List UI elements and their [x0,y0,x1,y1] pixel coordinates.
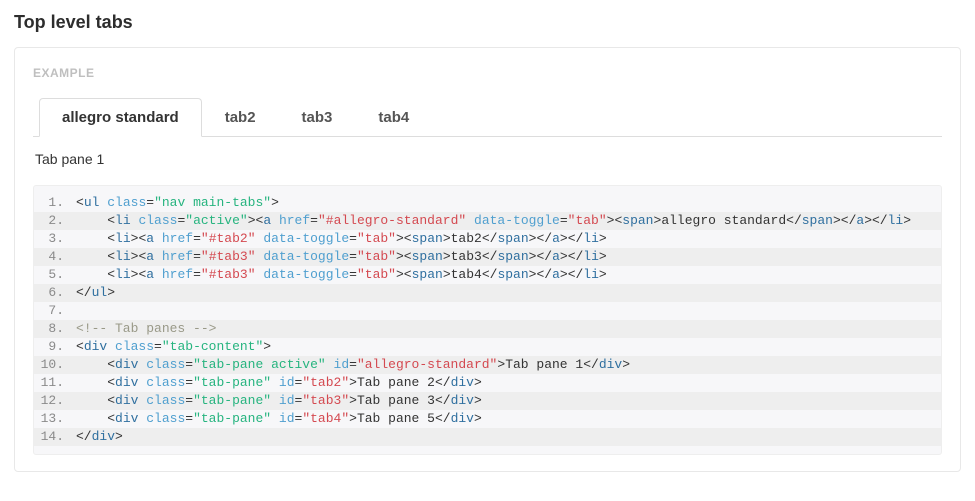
example-label: EXAMPLE [33,66,942,80]
code-line: 11. <div class="tab-pane" id="tab2">Tab … [34,374,941,392]
tab-tab4[interactable]: tab4 [355,98,432,137]
code-content: <li><a href="#tab3" data-toggle="tab"><s… [76,248,607,266]
code-content: <div class="tab-pane" id="tab3">Tab pane… [76,392,482,410]
line-number: 13. [34,410,76,428]
code-line: 5. <li><a href="#tab3" data-toggle="tab"… [34,266,941,284]
main-tabs: allegro standardtab2tab3tab4 [33,98,942,137]
code-content: <!-- Tab panes --> [76,320,216,338]
code-content: <div class="tab-pane active" id="allegro… [76,356,630,374]
code-content: <li><a href="#tab2" data-toggle="tab"><s… [76,230,607,248]
code-line: 12. <div class="tab-pane" id="tab3">Tab … [34,392,941,410]
code-line: 6.</ul> [34,284,941,302]
code-line: 7. [34,302,941,320]
code-content: </div> [76,428,123,446]
tab-tab3[interactable]: tab3 [279,98,356,137]
line-number: 1. [34,194,76,212]
code-line: 14.</div> [34,428,941,446]
code-line: 2. <li class="active"><a href="#allegro-… [34,212,941,230]
code-line: 13. <div class="tab-pane" id="tab4">Tab … [34,410,941,428]
code-content: <li><a href="#tab3" data-toggle="tab"><s… [76,266,607,284]
line-number: 14. [34,428,76,446]
line-number: 6. [34,284,76,302]
line-number: 4. [34,248,76,266]
tab-pane-content: Tab pane 1 [33,137,942,185]
tab-link[interactable]: allegro standard [39,98,202,137]
tab-allegro-standard[interactable]: allegro standard [39,98,202,137]
code-content: <li class="active"><a href="#allegro-sta… [76,212,911,230]
line-number: 10. [34,356,76,374]
code-line: 9.<div class="tab-content"> [34,338,941,356]
line-number: 2. [34,212,76,230]
tab-link[interactable]: tab2 [202,98,279,137]
line-number: 12. [34,392,76,410]
line-number: 9. [34,338,76,356]
code-content: <div class="tab-pane" id="tab4">Tab pane… [76,410,482,428]
section-title: Top level tabs [14,12,961,33]
tab-tab2[interactable]: tab2 [202,98,279,137]
code-content: <ul class="nav main-tabs"> [76,194,279,212]
code-line: 1.<ul class="nav main-tabs"> [34,194,941,212]
tab-link[interactable]: tab3 [279,98,356,137]
line-number: 5. [34,266,76,284]
line-number: 7. [34,302,76,320]
line-number: 8. [34,320,76,338]
code-line: 8.<!-- Tab panes --> [34,320,941,338]
code-content: </ul> [76,284,115,302]
code-content: <div class="tab-pane" id="tab2">Tab pane… [76,374,482,392]
line-number: 3. [34,230,76,248]
code-line: 4. <li><a href="#tab3" data-toggle="tab"… [34,248,941,266]
code-line: 3. <li><a href="#tab2" data-toggle="tab"… [34,230,941,248]
example-box: EXAMPLE allegro standardtab2tab3tab4 Tab… [14,47,961,472]
code-block: 1.<ul class="nav main-tabs">2. <li class… [33,185,942,455]
tab-link[interactable]: tab4 [355,98,432,137]
code-content: <div class="tab-content"> [76,338,271,356]
line-number: 11. [34,374,76,392]
code-line: 10. <div class="tab-pane active" id="all… [34,356,941,374]
